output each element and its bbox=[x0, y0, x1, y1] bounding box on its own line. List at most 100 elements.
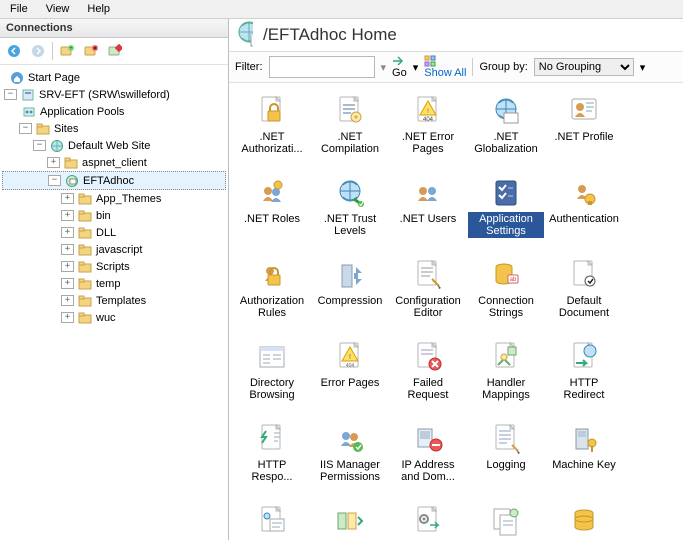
remove-connection-button[interactable] bbox=[81, 41, 101, 61]
expander-icon[interactable]: + bbox=[61, 244, 74, 255]
feature-authentication[interactable]: Authentication bbox=[546, 172, 622, 252]
filter-input[interactable] bbox=[269, 56, 375, 78]
feature-machine-key[interactable]: Machine Key bbox=[546, 418, 622, 498]
tree-default-web-site[interactable]: −Default Web Site bbox=[2, 137, 226, 154]
add-connection-button[interactable]: + bbox=[57, 41, 77, 61]
folder-icon bbox=[77, 225, 93, 241]
expander-icon[interactable]: + bbox=[61, 261, 74, 272]
expander-icon[interactable]: + bbox=[61, 295, 74, 306]
stop-button[interactable] bbox=[105, 41, 125, 61]
feature-net-compilation[interactable]: .NET Compilation bbox=[312, 90, 388, 170]
modules-icon bbox=[333, 504, 367, 538]
expander-icon[interactable]: + bbox=[61, 193, 74, 204]
ddoc-icon bbox=[567, 258, 601, 292]
forward-button[interactable] bbox=[28, 41, 48, 61]
expander-icon[interactable]: − bbox=[48, 175, 61, 186]
roles-icon bbox=[255, 176, 289, 210]
go-button[interactable]: Go bbox=[392, 55, 407, 79]
feature-label: Machine Key bbox=[550, 458, 618, 472]
tree-app-pools[interactable]: Application Pools bbox=[2, 103, 226, 120]
expander-icon[interactable]: + bbox=[47, 157, 60, 168]
feature-http-redirect[interactable]: HTTP Redirect bbox=[546, 336, 622, 416]
globe-icon bbox=[489, 94, 523, 128]
expander-icon[interactable]: + bbox=[61, 278, 74, 289]
webapp-large-icon bbox=[237, 27, 253, 43]
feature-pages-controls[interactable]: Pages and Controls bbox=[468, 500, 544, 540]
tree-start-page[interactable]: Start Page bbox=[2, 69, 226, 86]
feature-output-cache[interactable]: Output Caching bbox=[390, 500, 466, 540]
feature-mime-types[interactable]: MIME Types bbox=[234, 500, 310, 540]
folder-icon bbox=[77, 276, 93, 292]
profile-icon bbox=[567, 94, 601, 128]
tree-server[interactable]: −SRV-EFT (SRW\swilleford) bbox=[2, 86, 226, 103]
menu-help[interactable]: Help bbox=[87, 3, 110, 15]
tree-folder-dll[interactable]: +DLL bbox=[2, 224, 226, 241]
lock-icon bbox=[255, 94, 289, 128]
feature-net-error-pages[interactable]: !404.NET Error Pages bbox=[390, 90, 466, 170]
tree-folder-scripts[interactable]: +Scripts bbox=[2, 258, 226, 275]
feature-dir-browse[interactable]: Directory Browsing bbox=[234, 336, 310, 416]
expander-icon[interactable]: − bbox=[4, 89, 17, 100]
tree-folder-temp[interactable]: +temp bbox=[2, 275, 226, 292]
feature-logging[interactable]: Logging bbox=[468, 418, 544, 498]
tree-folder-bin[interactable]: +bin bbox=[2, 207, 226, 224]
ocache-icon bbox=[411, 504, 445, 538]
back-button[interactable] bbox=[4, 41, 24, 61]
tree-eftadhoc[interactable]: −EFTAdhoc bbox=[2, 171, 226, 190]
scroll-icon bbox=[333, 94, 367, 128]
feature-providers[interactable]: Providers bbox=[546, 500, 622, 540]
menu-view[interactable]: View bbox=[46, 3, 70, 15]
feature-compression[interactable]: Compression bbox=[312, 254, 388, 334]
providers-icon bbox=[567, 504, 601, 538]
authz-icon bbox=[255, 258, 289, 292]
feature-modules[interactable]: Modules bbox=[312, 500, 388, 540]
feature-config-editor[interactable]: Configuration Editor bbox=[390, 254, 466, 334]
groupby-select[interactable]: No Grouping bbox=[534, 58, 634, 76]
globex-icon bbox=[333, 176, 367, 210]
tree-aspnet-client[interactable]: +aspnet_client bbox=[2, 154, 226, 171]
feature-label: Default Document bbox=[546, 294, 622, 320]
feature-net-roles[interactable]: .NET Roles bbox=[234, 172, 310, 252]
feature-freq-tracing[interactable]: Failed Request Tracing Rules bbox=[390, 336, 466, 416]
filter-label: Filter: bbox=[235, 61, 263, 73]
feature-label: HTTP Redirect bbox=[546, 376, 622, 402]
menu-file[interactable]: File bbox=[10, 3, 28, 15]
feature-net-users[interactable]: .NET Users bbox=[390, 172, 466, 252]
feature-label: Application Settings bbox=[468, 212, 544, 238]
feature-http-response[interactable]: HTTP Respo... bbox=[234, 418, 310, 498]
feature-net-authorization[interactable]: .NET Authorizati... bbox=[234, 90, 310, 170]
feature-net-trust[interactable]: .NET Trust Levels bbox=[312, 172, 388, 252]
tree-folder-javascript[interactable]: +javascript bbox=[2, 241, 226, 258]
feature-conn-strings[interactable]: abConnection Strings bbox=[468, 254, 544, 334]
feature-default-doc[interactable]: Default Document bbox=[546, 254, 622, 334]
expander-icon[interactable]: − bbox=[19, 123, 32, 134]
showall-button[interactable]: Show All bbox=[424, 55, 466, 79]
tree-folder-templates[interactable]: +Templates bbox=[2, 292, 226, 309]
menubar: File View Help bbox=[0, 0, 683, 19]
content-panel: /EFTAdhoc Home Filter: ▾ Go ▾ Show All G… bbox=[229, 19, 683, 540]
pages-icon bbox=[489, 504, 523, 538]
folder-icon bbox=[77, 293, 93, 309]
users-icon bbox=[411, 176, 445, 210]
feature-label: .NET Error Pages bbox=[390, 130, 466, 156]
expander-icon[interactable]: + bbox=[61, 227, 74, 238]
feature-authorization[interactable]: Authorization Rules bbox=[234, 254, 310, 334]
feature-net-profile[interactable]: .NET Profile bbox=[546, 90, 622, 170]
expander-icon[interactable]: − bbox=[33, 140, 46, 151]
feature-app-settings[interactable]: Application Settings bbox=[468, 172, 544, 252]
feature-handler-map[interactable]: Handler Mappings bbox=[468, 336, 544, 416]
tree-folder-app_themes[interactable]: +App_Themes bbox=[2, 190, 226, 207]
feature-error-pages[interactable]: !404Error Pages bbox=[312, 336, 388, 416]
ipdom-icon bbox=[411, 422, 445, 456]
groupby-label: Group by: bbox=[479, 61, 527, 73]
expander-icon[interactable]: + bbox=[61, 312, 74, 323]
folder-icon bbox=[77, 242, 93, 258]
feature-label: .NET Roles bbox=[242, 212, 302, 226]
feature-net-globalization[interactable]: .NET Globalization bbox=[468, 90, 544, 170]
tree-folder-wuc[interactable]: +wuc bbox=[2, 309, 226, 326]
tree-sites[interactable]: −Sites bbox=[2, 120, 226, 137]
feature-ip-domain[interactable]: IP Address and Dom... bbox=[390, 418, 466, 498]
expander-icon[interactable]: + bbox=[61, 210, 74, 221]
feature-iis-perm[interactable]: IIS Manager Permissions bbox=[312, 418, 388, 498]
feature-label: Configuration Editor bbox=[390, 294, 466, 320]
